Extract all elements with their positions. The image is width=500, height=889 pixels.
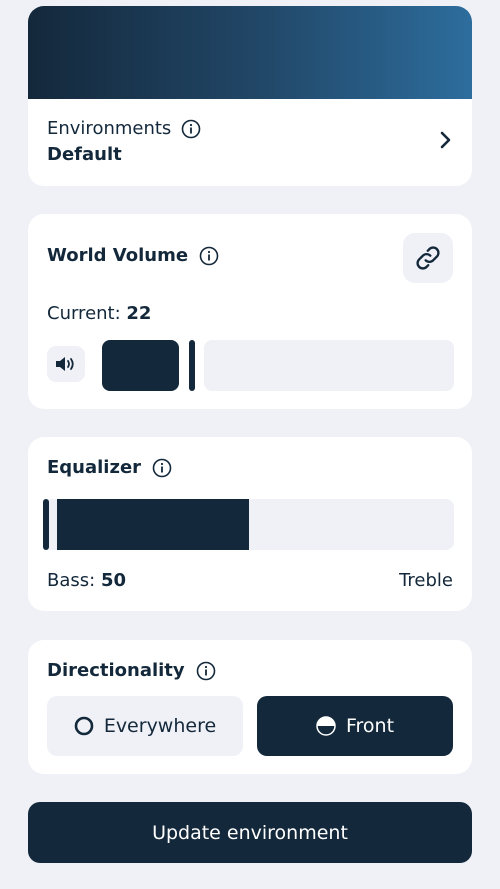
current-volume-readout: Current: 22 <box>47 303 151 324</box>
directionality-card: Directionality Everywhere Front <box>28 640 472 774</box>
info-icon[interactable] <box>196 661 216 681</box>
directionality-title-row: Directionality <box>47 660 216 681</box>
volume-slider-handle[interactable] <box>189 340 195 391</box>
equalizer-slider-handle[interactable] <box>43 499 49 550</box>
current-volume-value: 22 <box>126 303 152 324</box>
current-volume-label: Current: <box>47 303 121 324</box>
environments-label: Environments <box>47 118 172 139</box>
equalizer-title-row: Equalizer <box>47 457 172 478</box>
world-volume-title-row: World Volume <box>47 245 219 266</box>
environment-banner-image <box>28 6 472 99</box>
radio-half-icon <box>316 716 336 736</box>
environments-row[interactable]: Environments Default <box>28 99 472 186</box>
directionality-option-everywhere[interactable]: Everywhere <box>47 696 243 756</box>
equalizer-slider-fill <box>57 499 249 550</box>
volume-slider[interactable] <box>102 340 454 391</box>
chevron-right-icon[interactable] <box>434 129 456 151</box>
radio-empty-icon <box>74 716 94 736</box>
equalizer-title: Equalizer <box>47 457 142 478</box>
bottom-divider <box>0 884 500 889</box>
directionality-option-label: Everywhere <box>103 715 217 737</box>
info-icon[interactable] <box>181 119 201 139</box>
link-button[interactable] <box>403 233 453 283</box>
info-icon[interactable] <box>152 458 172 478</box>
bass-readout: Bass: 50 <box>47 570 126 591</box>
bass-value: 50 <box>100 570 126 591</box>
bass-label: Bass: <box>47 570 96 591</box>
environments-title-row: Environments <box>47 118 201 139</box>
update-environment-button[interactable]: Update environment <box>28 802 472 863</box>
equalizer-slider[interactable] <box>43 499 454 550</box>
info-icon[interactable] <box>199 246 219 266</box>
directionality-option-label: Front <box>345 715 395 737</box>
equalizer-card: Equalizer Bass: 50 Treble <box>28 437 472 611</box>
volume-slider-fill <box>102 340 179 391</box>
directionality-title: Directionality <box>47 660 185 681</box>
speaker-icon <box>56 357 74 371</box>
directionality-option-front[interactable]: Front <box>257 696 453 756</box>
link-icon <box>416 246 440 270</box>
environment-value: Default <box>47 144 122 165</box>
environments-card[interactable]: Environments Default <box>28 6 472 186</box>
mute-button[interactable] <box>47 346 85 382</box>
world-volume-title: World Volume <box>47 245 189 266</box>
environment-settings-page: Environments Default World Volume Curren… <box>0 0 500 889</box>
volume-slider-track <box>204 340 454 391</box>
treble-label: Treble <box>399 570 453 591</box>
world-volume-card: World Volume Current: 22 <box>28 214 472 409</box>
